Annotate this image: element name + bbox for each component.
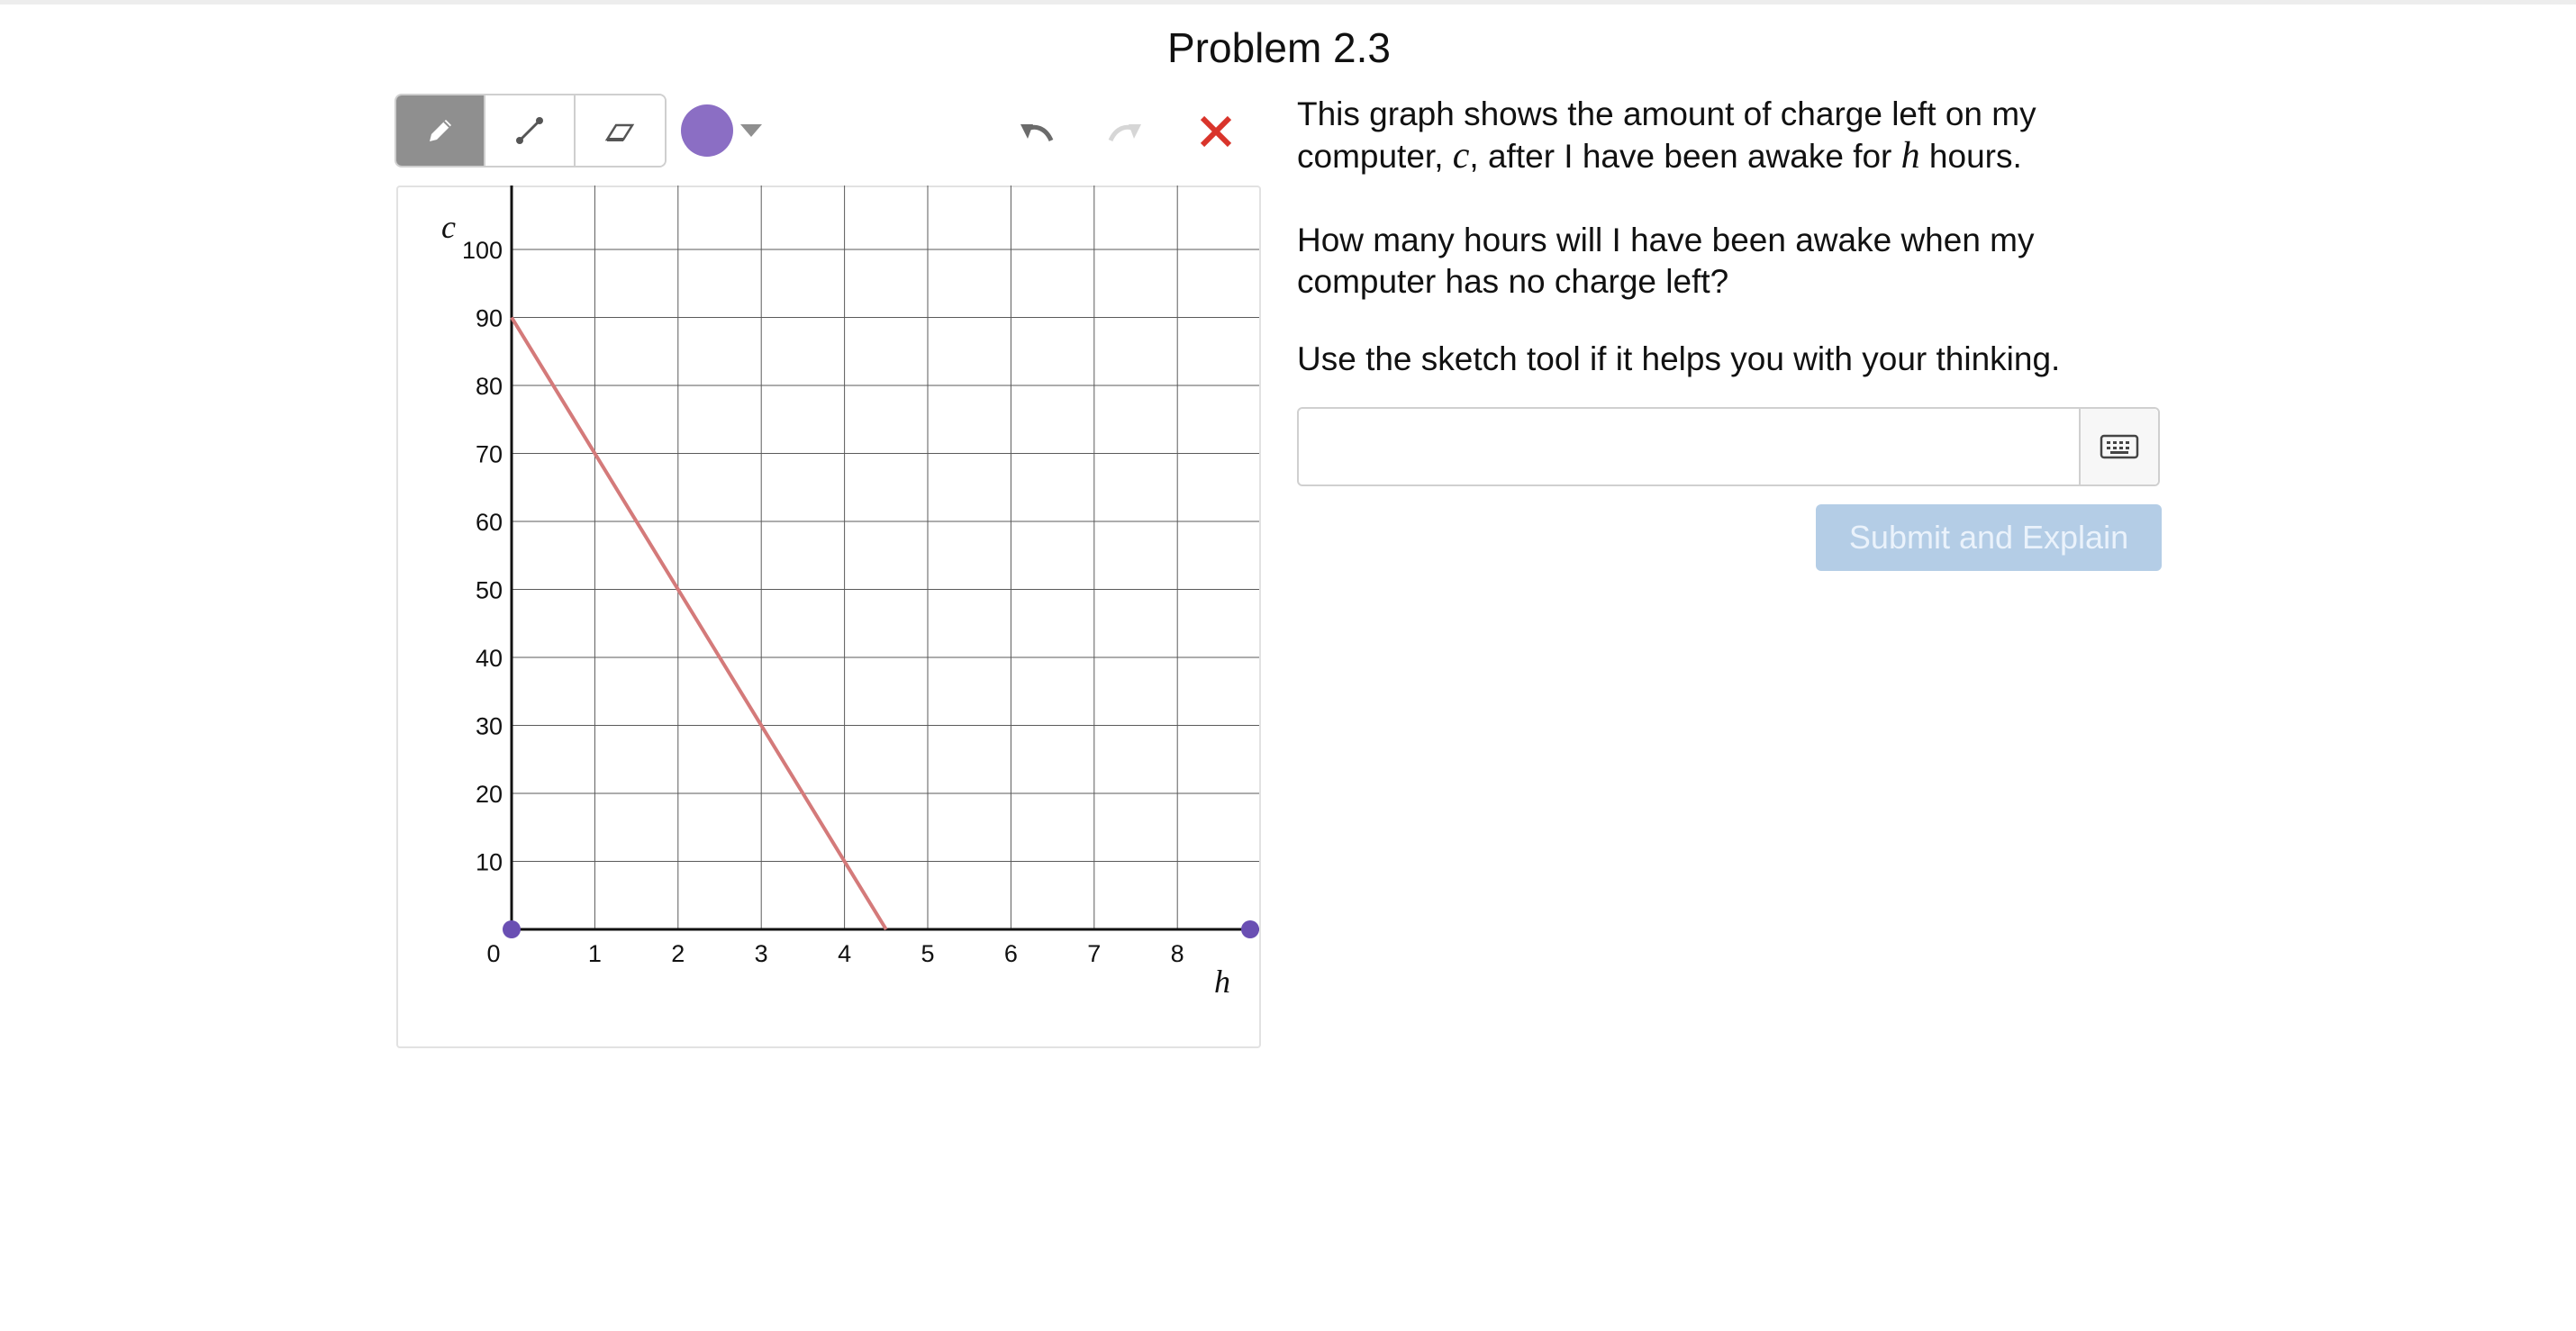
y-tick-label: 60	[476, 509, 503, 536]
prompt-instruction: Use the sketch tool if it helps you with…	[1297, 340, 2061, 377]
y-tick-label: 100	[462, 237, 503, 264]
close-icon	[1200, 115, 1232, 148]
y-tick-label: 80	[476, 373, 503, 400]
x-tick-label: 2	[671, 940, 685, 967]
answer-field	[1297, 407, 2160, 486]
redo-button[interactable]	[1101, 106, 1151, 157]
y-tick-label: 40	[476, 645, 503, 672]
undo-icon	[1020, 124, 1054, 142]
color-picker-swatch[interactable]	[681, 104, 733, 157]
line-tool-button[interactable]	[485, 95, 576, 166]
sketch-graph[interactable]: 0 1 2 3 4 5 6 7 8 10 20 30 40 50 60 70 80 90 100c h	[396, 186, 1261, 1048]
sketch-tool-group	[395, 94, 667, 168]
y-axis-label: c	[441, 209, 456, 245]
prompt-text: hours.	[1919, 138, 2022, 175]
line-segment-icon	[516, 117, 544, 144]
x-tick-label: 6	[1004, 940, 1018, 967]
x-tick-label: 4	[838, 940, 851, 967]
x-axis-label: h	[1214, 964, 1230, 1000]
eraser-icon	[605, 123, 635, 141]
top-border	[0, 0, 2576, 5]
variable-c: c	[1452, 135, 1470, 177]
keyboard-button[interactable]	[2079, 409, 2158, 484]
pencil-tool-button[interactable]	[396, 95, 486, 166]
prompt-paragraph-1: This graph shows the amount of charge le…	[1297, 94, 2180, 177]
answer-input[interactable]	[1299, 409, 2077, 484]
x-tick-label: 5	[921, 940, 934, 967]
y-tick-label: 20	[476, 781, 503, 808]
page-title: Problem 2.3	[1166, 24, 1391, 71]
pencil-icon	[429, 120, 451, 141]
y-tick-label: 10	[476, 849, 503, 876]
x-tick-label: 1	[588, 940, 602, 967]
movable-point[interactable]	[1241, 920, 1259, 938]
x-tick-label: 8	[1171, 940, 1184, 967]
x-tick-label: 3	[755, 940, 768, 967]
redo-icon	[1108, 124, 1141, 142]
prompt-question: How many hours will I have been awake wh…	[1297, 222, 2035, 300]
undo-button[interactable]	[1011, 106, 1061, 157]
chevron-down-icon[interactable]	[740, 124, 762, 137]
prompt-text: , after I have been awake for	[1469, 138, 1901, 175]
eraser-tool-button[interactable]	[575, 95, 665, 166]
x-tick-label: 0	[486, 940, 500, 967]
keyboard-icon	[2100, 434, 2139, 459]
series-line	[510, 316, 888, 931]
variable-h: h	[1900, 135, 1920, 177]
y-tick-label: 90	[476, 305, 503, 332]
y-tick-label: 70	[476, 441, 503, 468]
y-tick-label: 30	[476, 713, 503, 740]
x-tick-label: 7	[1087, 940, 1101, 967]
movable-point[interactable]	[503, 920, 521, 938]
submit-button[interactable]: Submit and Explain	[1816, 504, 2162, 571]
y-tick-label: 50	[476, 577, 503, 604]
clear-button[interactable]	[1191, 106, 1241, 157]
